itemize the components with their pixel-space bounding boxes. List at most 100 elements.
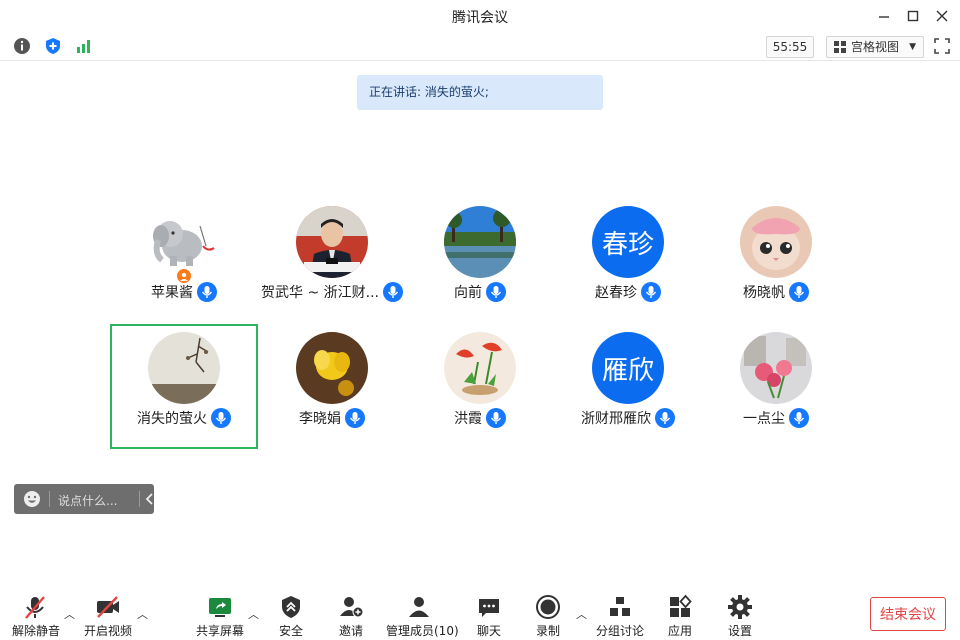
record-button[interactable]: 录制 bbox=[532, 594, 564, 639]
participant-name-row: 李晓娟 bbox=[258, 408, 406, 428]
avatar bbox=[444, 332, 516, 404]
avatar bbox=[296, 206, 368, 278]
close-button[interactable] bbox=[931, 6, 953, 26]
microphone-icon bbox=[197, 282, 217, 302]
add-user-icon bbox=[340, 597, 364, 618]
microphone-icon bbox=[345, 408, 365, 428]
participant-tile[interactable]: 春珍 赵春珍 bbox=[554, 198, 702, 323]
manage-members-label: 管理成员(10) bbox=[386, 624, 459, 638]
divider bbox=[139, 491, 140, 507]
apps-button[interactable]: 应用 bbox=[664, 594, 696, 639]
chat-label: 聊天 bbox=[476, 624, 501, 638]
participant-tile[interactable]: 贺武华 ~ 浙江财... bbox=[258, 198, 406, 323]
title-bar: 腾讯会议 bbox=[0, 0, 960, 32]
start-video-button[interactable]: 开启视频 bbox=[84, 594, 132, 639]
emoji-icon[interactable] bbox=[23, 490, 41, 508]
close-icon bbox=[936, 10, 948, 22]
chat-placeholder: 说点什么... bbox=[58, 494, 118, 508]
host-badge-icon bbox=[176, 268, 192, 284]
microphone-icon bbox=[382, 282, 403, 302]
participant-tile[interactable]: 李晓娟 bbox=[258, 324, 406, 449]
participant-name-row: 浙财邢雁欣 bbox=[554, 408, 702, 428]
members-icon bbox=[409, 597, 429, 617]
participant-name: 贺武华 ~ 浙江财... bbox=[261, 285, 379, 301]
minimize-icon bbox=[879, 16, 889, 18]
microphone-icon bbox=[486, 408, 506, 428]
speaking-text: 正在讲话: 消失的萤火; bbox=[369, 85, 489, 99]
unmute-label: 解除静音 bbox=[12, 624, 61, 638]
info-icon[interactable] bbox=[13, 37, 31, 55]
manage-members-button[interactable]: 管理成员(10) bbox=[386, 594, 459, 639]
breakout-rooms-button[interactable]: 分组讨论 bbox=[596, 594, 644, 639]
participant-name: 消失的萤火 bbox=[137, 411, 207, 427]
settings-button[interactable]: 设置 bbox=[724, 594, 756, 639]
view-mode-label: 宫格视图 bbox=[851, 40, 900, 54]
avatar bbox=[740, 332, 812, 404]
microphone-icon bbox=[789, 408, 809, 428]
participant-tile[interactable]: 洪霞 bbox=[406, 324, 554, 449]
share-screen-button[interactable]: 共享屏幕 bbox=[196, 594, 244, 639]
apps-icon bbox=[670, 594, 692, 617]
microphone-icon bbox=[486, 282, 506, 302]
chevron-up-icon[interactable]: ︿ bbox=[137, 606, 148, 622]
participant-name-row: 洪霞 bbox=[406, 408, 554, 428]
chevron-down-icon: ▼ bbox=[909, 42, 916, 52]
participant-tile[interactable]: 苹果酱 bbox=[110, 198, 258, 323]
invite-button[interactable]: 邀请 bbox=[332, 594, 370, 639]
microphone-icon bbox=[789, 282, 809, 302]
security-button[interactable]: 安全 bbox=[272, 594, 310, 639]
participant-name-row: 消失的萤火 bbox=[112, 408, 256, 428]
shield-icon bbox=[282, 596, 300, 618]
microphone-icon bbox=[211, 408, 231, 428]
chevron-up-icon[interactable]: ︿ bbox=[576, 606, 587, 622]
participant-tile[interactable]: 一点尘 bbox=[702, 324, 850, 449]
participant-name: 李晓娟 bbox=[299, 411, 341, 427]
participant-name: 杨晓帆 bbox=[743, 285, 785, 301]
share-screen-icon bbox=[209, 598, 231, 617]
avatar bbox=[148, 332, 220, 404]
participant-tile[interactable]: 向前 bbox=[406, 198, 554, 323]
chevron-left-icon[interactable] bbox=[145, 493, 155, 505]
participant-name-row: 赵春珍 bbox=[554, 282, 702, 302]
fullscreen-icon[interactable] bbox=[933, 37, 951, 55]
security-label: 安全 bbox=[278, 624, 303, 638]
breakout-label: 分组讨论 bbox=[596, 624, 645, 638]
participant-name: 一点尘 bbox=[743, 411, 785, 427]
minimize-button[interactable] bbox=[873, 6, 895, 26]
gear-icon bbox=[728, 595, 752, 619]
chevron-up-icon[interactable]: ︿ bbox=[64, 606, 75, 622]
participant-name: 向前 bbox=[454, 285, 482, 301]
participant-name-row: 向前 bbox=[406, 282, 554, 302]
participant-name: 洪霞 bbox=[454, 411, 482, 427]
video-off-icon bbox=[97, 596, 119, 618]
chat-button[interactable]: 聊天 bbox=[472, 594, 506, 639]
participant-name-row: 杨晓帆 bbox=[702, 282, 850, 302]
breakout-icon bbox=[610, 597, 630, 616]
security-shield-icon[interactable] bbox=[44, 37, 62, 55]
record-label: 录制 bbox=[535, 624, 560, 638]
participant-name-row: 一点尘 bbox=[702, 408, 850, 428]
signal-icon[interactable] bbox=[75, 37, 93, 55]
participant-name-row: 贺武华 ~ 浙江财... bbox=[258, 282, 406, 302]
chevron-up-icon[interactable]: ︿ bbox=[248, 606, 259, 622]
participant-name: 苹果酱 bbox=[151, 285, 193, 301]
speaking-indicator: 正在讲话: 消失的萤火; bbox=[357, 75, 603, 110]
window-title: 腾讯会议 bbox=[452, 10, 508, 26]
avatar bbox=[444, 206, 516, 278]
participant-tile-active[interactable]: 消失的萤火 bbox=[110, 324, 258, 449]
participant-name: 赵春珍 bbox=[595, 285, 637, 301]
grid-icon bbox=[834, 41, 846, 53]
end-meeting-button[interactable]: 结束会议 bbox=[870, 597, 946, 631]
avatar bbox=[296, 332, 368, 404]
avatar bbox=[740, 206, 812, 278]
view-mode-button[interactable]: 宫格视图 ▼ bbox=[826, 36, 924, 58]
participant-tile[interactable]: 杨晓帆 bbox=[702, 198, 850, 323]
invite-label: 邀请 bbox=[338, 624, 363, 638]
participant-tile[interactable]: 雁欣 浙财邢雁欣 bbox=[554, 324, 702, 449]
settings-label: 设置 bbox=[727, 624, 752, 638]
participant-name: 浙财邢雁欣 bbox=[581, 411, 651, 427]
maximize-button[interactable] bbox=[902, 6, 924, 26]
chat-quick-input[interactable]: 说点什么... bbox=[14, 484, 154, 514]
unmute-button[interactable]: 解除静音 bbox=[12, 594, 61, 639]
meeting-timer: 55:55 bbox=[766, 36, 814, 58]
